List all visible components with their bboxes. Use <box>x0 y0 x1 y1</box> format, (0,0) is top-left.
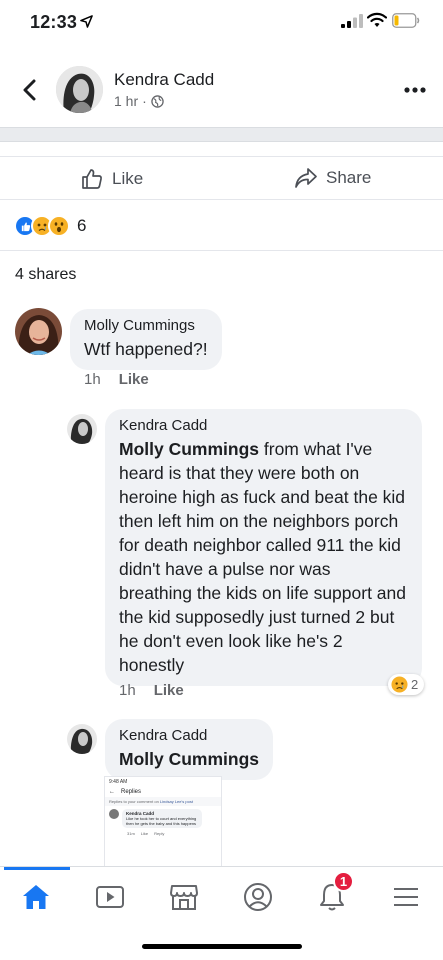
thumb-status-time: 9:48 AM <box>109 779 128 785</box>
post-meta: 1 hr · <box>114 93 164 109</box>
thumb-bubble: Kendra Cadd Like he took her to court an… <box>122 809 202 828</box>
reply-avatar[interactable] <box>67 414 97 444</box>
comment-text: Wtf happened?! <box>84 339 208 359</box>
meta-separator: · <box>142 93 147 109</box>
author-avatar[interactable] <box>56 66 103 113</box>
post-action-bar: Like Share <box>0 156 443 200</box>
reply-mention[interactable]: Molly Cummings <box>119 749 259 769</box>
thumb-subheader: Replies to your comment on Lindsay Lee's… <box>105 797 221 806</box>
tab-menu[interactable] <box>386 879 426 915</box>
thumb-comment-reply: Reply <box>154 831 165 836</box>
back-button[interactable] <box>18 77 40 103</box>
reply-meta: 1h Like <box>119 682 184 699</box>
thumb-back-icon: ← <box>109 789 115 795</box>
chevron-left-icon <box>23 79 36 101</box>
signal-icon <box>341 14 363 28</box>
reply-body: Molly Cummings <box>119 747 259 771</box>
share-label: Share <box>326 168 372 187</box>
notification-badge: 1 <box>333 871 354 892</box>
thumb-avatar <box>109 809 119 819</box>
thumb-comment-meta: 31m Like Reply <box>105 831 221 836</box>
reply-reaction-badge[interactable]: 2 <box>388 674 425 695</box>
share-arrow-icon <box>295 168 317 188</box>
thumb-subheader-prefix: Replies to your comment on <box>109 799 160 804</box>
reaction-count: 6 <box>77 216 87 235</box>
thumb-comment-time: 31m <box>127 831 135 836</box>
tab-notifications[interactable]: 1 <box>312 871 354 915</box>
tab-home[interactable] <box>16 879 56 915</box>
menu-icon <box>394 888 418 906</box>
wow-reaction-icon <box>48 215 70 237</box>
reply-like-link[interactable]: Like <box>154 682 184 699</box>
tab-marketplace[interactable] <box>164 879 204 915</box>
reply-bubble[interactable]: Kendra Cadd Molly Cummings from what I'v… <box>105 409 422 686</box>
comment-bubble[interactable]: Molly Cummings Wtf happened?! <box>70 309 222 370</box>
reply-mention[interactable]: Molly Cummings <box>119 439 259 459</box>
sad-reaction-icon <box>391 676 408 693</box>
share-button[interactable]: Share <box>294 167 371 189</box>
thumb-header-label: Replies <box>121 789 142 795</box>
comment-time[interactable]: 1h <box>84 371 101 388</box>
like-button[interactable]: Like <box>80 167 143 191</box>
reply-reaction-count: 2 <box>411 677 419 692</box>
thumb-header: ← Replies <box>105 787 221 797</box>
reply-avatar[interactable] <box>67 724 97 754</box>
reply-author[interactable]: Kendra Cadd <box>119 417 408 434</box>
thumb-subheader-link: Lindsay Lee's post <box>159 799 193 804</box>
post-author-name[interactable]: Kendra Cadd <box>114 70 214 90</box>
home-icon <box>23 885 49 909</box>
status-time: 12:33 <box>30 12 78 32</box>
reply-time[interactable]: 1h <box>119 682 136 699</box>
tab-watch[interactable] <box>90 879 130 915</box>
globe-icon <box>151 94 164 108</box>
thumbs-up-icon <box>82 169 102 189</box>
reply-body: Molly Cummings from what I've heard is t… <box>119 437 408 677</box>
reply-text: from what I've heard is that they were b… <box>119 439 406 675</box>
video-icon <box>96 886 124 908</box>
thumb-comment-text: Like he took her to court and everything… <box>126 816 197 826</box>
thumb-comment-like: Like <box>140 831 149 836</box>
location-arrow-icon <box>80 15 93 28</box>
profile-icon <box>244 883 272 911</box>
comment-author[interactable]: Molly Cummings <box>84 317 208 334</box>
battery-icon <box>392 13 420 28</box>
post-time[interactable]: 1 hr <box>114 93 138 109</box>
active-tab-indicator <box>4 867 70 870</box>
bottom-tab-bar: 1 <box>0 866 443 926</box>
reply-bubble[interactable]: Kendra Cadd Molly Cummings <box>105 719 274 780</box>
reactions-summary[interactable]: 6 <box>14 215 86 237</box>
post-content-separator <box>0 127 443 142</box>
home-indicator[interactable] <box>142 944 302 949</box>
thumb-comment: Kendra Cadd Like he took her to court an… <box>105 806 221 831</box>
comment-meta: 1h Like <box>84 371 149 388</box>
more-options-icon[interactable] <box>403 86 427 94</box>
divider <box>0 250 443 251</box>
like-label: Like <box>112 169 144 188</box>
reply-author[interactable]: Kendra Cadd <box>119 727 259 744</box>
shares-count[interactable]: 4 shares <box>15 266 76 284</box>
comment-like-link[interactable]: Like <box>119 371 149 388</box>
commenter-avatar[interactable] <box>15 308 62 355</box>
attached-screenshot[interactable]: 9:48 AM ← Replies Replies to your commen… <box>104 776 222 868</box>
wifi-icon <box>367 12 387 27</box>
tab-profile[interactable] <box>238 879 278 915</box>
marketplace-icon <box>170 885 198 910</box>
status-bar: 12:33 <box>0 0 443 46</box>
post-header: Kendra Cadd 1 hr · <box>0 60 443 122</box>
